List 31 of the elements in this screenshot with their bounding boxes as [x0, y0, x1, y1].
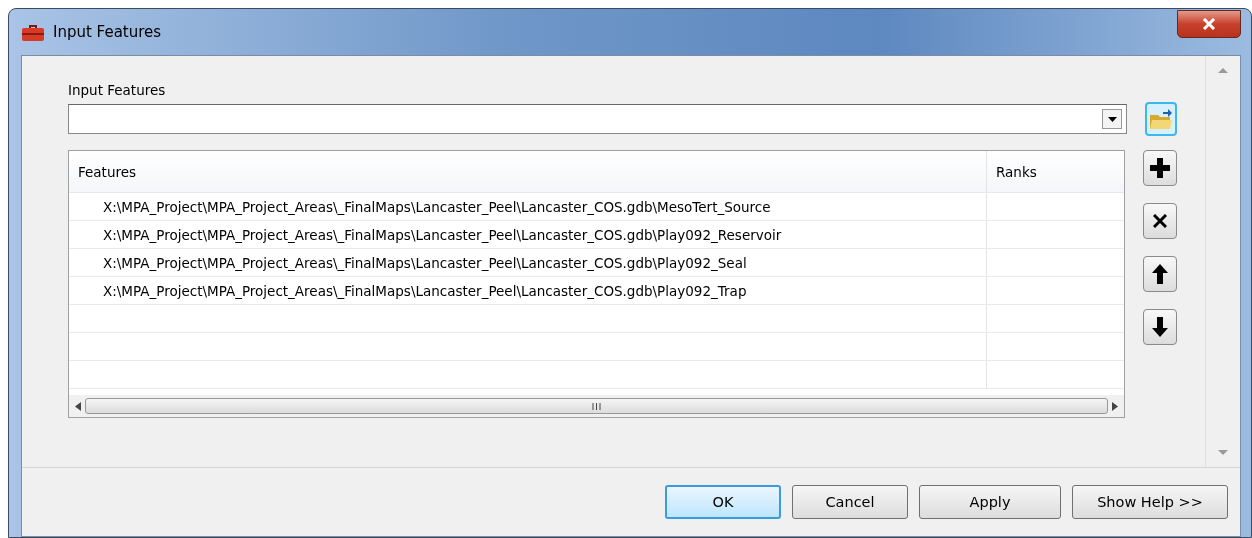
grip-icon	[592, 402, 601, 410]
column-header[interactable]: Features	[69, 151, 986, 192]
browse-button[interactable]	[1145, 102, 1177, 136]
dropdown-arrow-icon[interactable]	[1107, 116, 1117, 122]
dialog-button[interactable]: OK	[665, 485, 781, 519]
dialog-button[interactable]: Cancel	[792, 485, 908, 519]
dialog-button[interactable]: Apply	[919, 485, 1061, 519]
close-icon	[1202, 18, 1216, 30]
remove-button[interactable]	[1143, 203, 1177, 239]
close-button[interactable]	[1177, 10, 1241, 38]
close-icon	[1153, 214, 1167, 228]
table-cell[interactable]: X:\MPA_Project\MPA_Project_Areas\_FinalMaps\Lancaster_Peel\Lancaster_COS.gdb\Play092_Seal	[69, 249, 986, 276]
scrollbar-thumb[interactable]	[85, 398, 1108, 414]
toolbox-icon	[21, 22, 45, 42]
plus-icon	[1150, 158, 1170, 178]
add-button[interactable]	[1143, 150, 1177, 186]
up-button[interactable]	[1143, 256, 1177, 292]
table-cell[interactable]: X:\MPA_Project\MPA_Project_Areas\_FinalMaps\Lancaster_Peel\Lancaster_COS.gdb\Play092_Trap	[69, 277, 986, 304]
window-title: Input Features	[53, 23, 163, 41]
table-cell[interactable]: X:\MPA_Project\MPA_Project_Areas\_FinalMaps\Lancaster_Peel\Lancaster_COS.gdb\MesoTert_Source	[69, 193, 986, 220]
field-label: Input Features	[68, 82, 167, 98]
scroll-left-icon[interactable]	[75, 401, 81, 411]
dialog-button[interactable]: Show Help >>	[1072, 485, 1228, 519]
column-header[interactable]: Ranks	[986, 151, 1124, 192]
table-cell[interactable]: X:\MPA_Project\MPA_Project_Areas\_FinalMaps\Lancaster_Peel\Lancaster_COS.gdb\Play092_Reservoir	[69, 221, 986, 248]
input-features-field[interactable]	[68, 104, 1127, 134]
down-button[interactable]	[1143, 309, 1177, 345]
up-arrow-icon	[1152, 264, 1168, 284]
scroll-right-icon[interactable]	[1112, 401, 1118, 411]
down-arrow-icon	[1152, 317, 1168, 337]
folder-icon	[1149, 108, 1173, 130]
